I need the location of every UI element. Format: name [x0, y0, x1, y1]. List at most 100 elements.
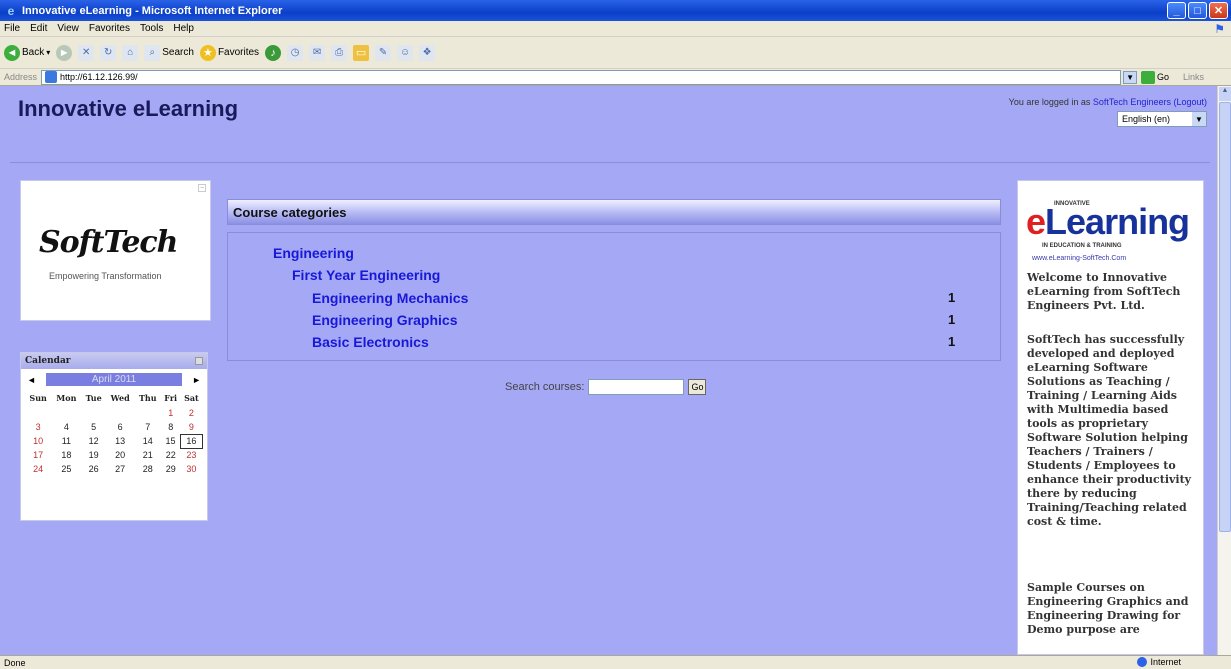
calendar-day[interactable]: 13 — [106, 434, 135, 448]
favorites-button[interactable]: ★ Favorites — [199, 44, 260, 61]
media-button[interactable]: ♪ — [265, 44, 282, 61]
calendar-day[interactable]: 5 — [81, 420, 105, 434]
scroll-thumb[interactable] — [1219, 102, 1231, 532]
calendar-day[interactable]: 18 — [51, 448, 81, 462]
category-link-mechanics[interactable]: Engineering Mechanics — [312, 290, 468, 306]
discuss-icon: ✎ — [375, 44, 392, 61]
menu-favorites[interactable]: Favorites — [89, 23, 130, 34]
calendar-day[interactable]: 20 — [106, 448, 135, 462]
prev-month-button[interactable]: ◄ — [27, 375, 36, 385]
calendar-day[interactable]: 7 — [135, 420, 162, 434]
search-go-button[interactable]: Go — [688, 379, 707, 395]
page-content: Innovative eLearning You are logged in a… — [0, 86, 1217, 655]
go-button[interactable]: Go — [1141, 70, 1170, 84]
print-button[interactable]: ⎙ — [331, 44, 348, 61]
home-button[interactable]: ⌂ — [122, 44, 139, 61]
user-link[interactable]: SoftTech Engineers — [1093, 97, 1171, 107]
home-icon: ⌂ — [122, 44, 139, 61]
close-button[interactable]: ✕ — [1209, 2, 1228, 19]
calendar-day[interactable]: 30 — [180, 462, 202, 476]
language-select[interactable]: English (en) ▼ — [1117, 111, 1207, 127]
refresh-button[interactable]: ↻ — [100, 44, 117, 61]
calendar-day[interactable]: 9 — [180, 420, 202, 434]
go-label: Go — [1157, 72, 1170, 82]
block-toggle-icon[interactable] — [195, 357, 203, 365]
address-input[interactable]: http://61.12.126.99/ — [41, 69, 1122, 85]
chevron-down-icon: ▾ — [46, 48, 51, 57]
category-link-graphics[interactable]: Engineering Graphics — [312, 312, 457, 328]
calendar-day[interactable]: 1 — [161, 406, 180, 420]
calendar-day[interactable]: 15 — [161, 434, 180, 448]
calendar-day[interactable]: 26 — [81, 462, 105, 476]
calendar-day[interactable]: 21 — [135, 448, 162, 462]
ie-app-icon: e — [7, 3, 15, 18]
mail-button[interactable]: ✉ — [309, 44, 326, 61]
category-link-first-year[interactable]: First Year Engineering — [292, 267, 440, 283]
discuss-button[interactable]: ✎ — [375, 44, 392, 61]
history-button[interactable]: ◷ — [287, 44, 304, 61]
calendar-day[interactable]: 8 — [161, 420, 180, 434]
windows-logo-icon: ⚑ — [1214, 22, 1225, 36]
page-icon — [45, 71, 58, 83]
calendar-day[interactable]: 24 — [25, 462, 51, 476]
next-month-button[interactable]: ► — [192, 375, 201, 385]
calendar-day-today[interactable]: 16 — [179, 433, 204, 449]
calendar-day[interactable]: 28 — [135, 462, 162, 476]
links-button[interactable]: Links — [1183, 72, 1204, 82]
page-scrollbar[interactable]: ▲ — [1217, 86, 1231, 655]
favorites-label: Favorites — [217, 47, 260, 58]
calendar-day[interactable]: 3 — [25, 420, 51, 434]
menu-edit[interactable]: Edit — [30, 23, 47, 34]
calendar-day[interactable]: 12 — [81, 434, 105, 448]
search-courses-form: Search courses: Go — [505, 379, 707, 395]
calendar-day[interactable]: 11 — [51, 434, 81, 448]
go-arrow-icon — [1141, 70, 1156, 84]
back-button[interactable]: ◄ Back ▾ — [4, 44, 51, 61]
block-toggle-icon[interactable]: − — [198, 184, 206, 192]
calendar-week: 24 25 26 27 28 29 30 — [25, 462, 203, 476]
calendar-day[interactable]: 10 — [25, 434, 51, 448]
minimize-button[interactable]: _ — [1167, 2, 1186, 19]
calendar-day[interactable]: 2 — [180, 406, 202, 420]
scroll-up-icon[interactable]: ▲ — [1219, 87, 1231, 101]
window-title: Innovative eLearning - Microsoft Interne… — [22, 4, 283, 17]
menu-help[interactable]: Help — [173, 23, 194, 34]
research-button[interactable]: ❖ — [419, 44, 436, 61]
logout-link[interactable]: (Logout) — [1173, 97, 1207, 107]
promo-url[interactable]: www.eLearning-SoftTech.Com — [1032, 255, 1126, 262]
calendar-day[interactable]: 19 — [81, 448, 105, 462]
calendar-week: 3 4 5 6 7 8 9 — [25, 420, 203, 434]
forward-button[interactable]: ► — [56, 44, 73, 61]
calendar-day[interactable]: 6 — [106, 420, 135, 434]
calendar-day[interactable]: 17 — [25, 448, 51, 462]
login-info: You are logged in as SoftTech Engineers … — [1009, 97, 1207, 107]
window-titlebar[interactable]: e Innovative eLearning - Microsoft Inter… — [0, 0, 1231, 21]
back-arrow-icon: ◄ — [4, 44, 20, 61]
maximize-button[interactable]: □ — [1188, 2, 1207, 19]
address-label: Address — [4, 72, 38, 82]
calendar-day[interactable]: 25 — [51, 462, 81, 476]
calendar-day — [25, 406, 51, 420]
search-courses-input[interactable] — [588, 379, 685, 395]
calendar-day[interactable]: 23 — [180, 448, 202, 462]
category-link-electronics[interactable]: Basic Electronics — [312, 334, 429, 350]
calendar-day[interactable]: 14 — [135, 434, 162, 448]
search-button[interactable]: ⌕ Search — [144, 44, 194, 61]
weekday-tue: Tue — [85, 393, 102, 403]
menu-view[interactable]: View — [57, 23, 79, 34]
calendar-grid: Sun Mon Tue Wed Thu Fri Sat 1 2 3 4 5 6 … — [25, 390, 204, 476]
menu-tools[interactable]: Tools — [140, 23, 163, 34]
login-prefix: You are logged in as — [1008, 97, 1091, 107]
calendar-day[interactable]: 27 — [106, 462, 135, 476]
menu-file[interactable]: File — [4, 23, 20, 34]
calendar-day[interactable]: 4 — [51, 420, 81, 434]
zone-label: Internet — [1150, 657, 1181, 667]
calendar-day[interactable]: 29 — [161, 462, 180, 476]
calendar-day[interactable]: 22 — [161, 448, 180, 462]
messenger-button[interactable]: ☺ — [397, 44, 414, 61]
folder-button[interactable]: ▭ — [353, 44, 370, 61]
category-link-engineering[interactable]: Engineering — [273, 245, 354, 261]
address-dropdown[interactable]: ▼ — [1123, 70, 1138, 84]
stop-button[interactable]: ✕ — [78, 44, 95, 61]
calendar-month[interactable]: April 2011 — [46, 373, 182, 386]
